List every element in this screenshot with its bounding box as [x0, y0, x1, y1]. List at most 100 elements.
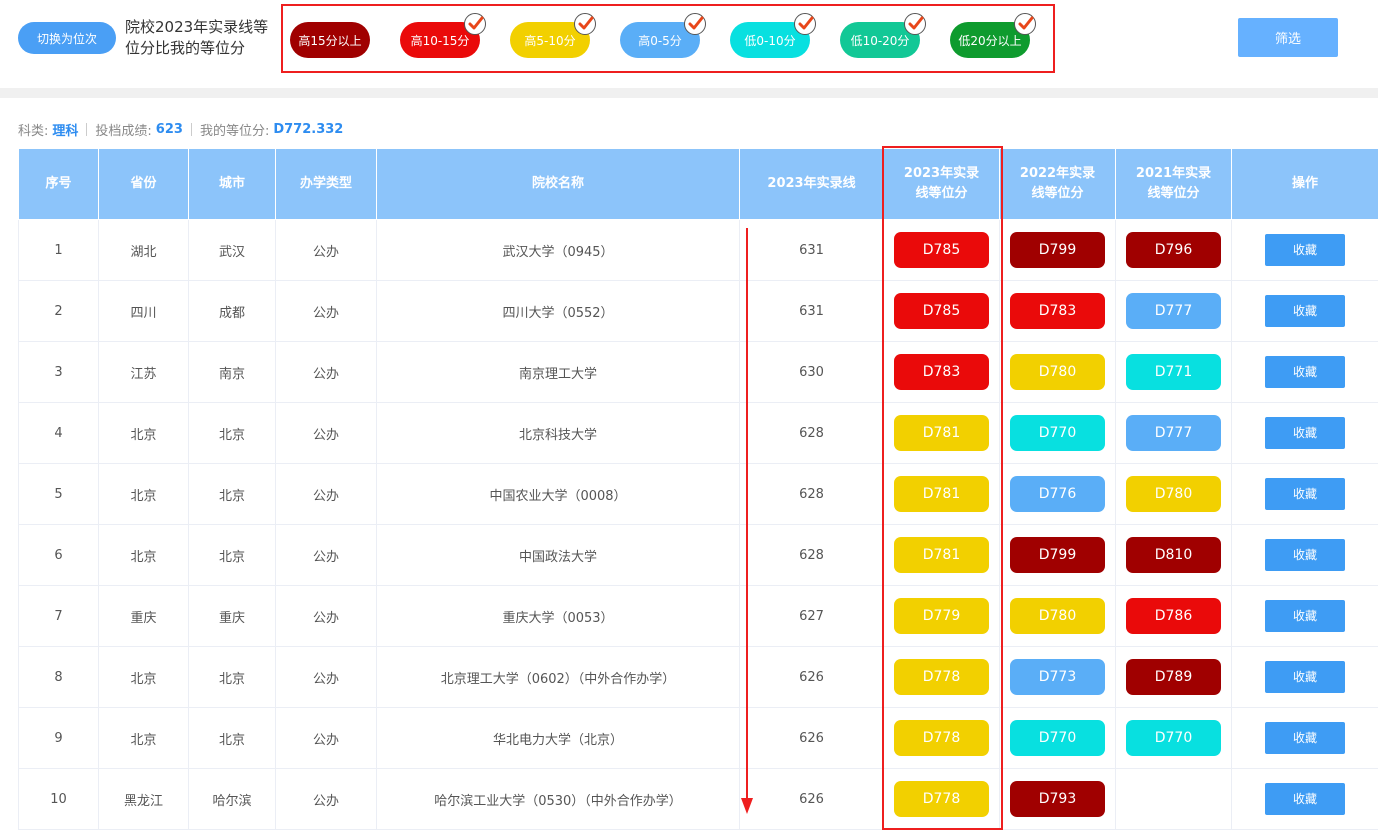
- header-school-type: 办学类型: [275, 148, 377, 220]
- filter-pill-label: 高0-5分: [638, 33, 682, 48]
- cell-2023-equiv: D779: [883, 585, 1000, 647]
- table-row: 3 江苏 南京 公办 南京理工大学 630 D783 D780 D771 收藏: [18, 341, 1378, 403]
- equiv-score-badge: D783: [894, 354, 989, 390]
- favorite-button[interactable]: 收藏: [1265, 539, 1345, 571]
- header-province: 省份: [98, 148, 189, 220]
- score-value: 623: [155, 122, 183, 137]
- cell-2022-equiv: D799: [999, 524, 1116, 586]
- cell-2023-equiv: D785: [883, 219, 1000, 281]
- checkmark-icon: [684, 13, 706, 35]
- filter-pill[interactable]: 高10-15分: [400, 13, 486, 58]
- cell-2022-equiv: D770: [999, 707, 1116, 769]
- equiv-score-badge: D776: [1010, 476, 1105, 512]
- favorite-button[interactable]: 收藏: [1265, 783, 1345, 815]
- cell-province: 北京: [98, 707, 189, 769]
- table-row: 1 湖北 武汉 公办 武汉大学（0945） 631 D785 D799 D796 收藏: [18, 219, 1378, 281]
- cell-city: 北京: [188, 646, 276, 708]
- cell-2022-equiv: D770: [999, 402, 1116, 464]
- favorite-button[interactable]: 收藏: [1265, 600, 1345, 632]
- cell-index: 9: [18, 707, 99, 769]
- header-2021-equiv-text: 2021年实录线等位分: [1135, 166, 1212, 201]
- cell-index: 1: [18, 219, 99, 281]
- cell-city: 南京: [188, 341, 276, 403]
- table-row: 8 北京 北京 公办 北京理工大学（0602）（中外合作办学） 626 D778 D773 D7…: [18, 646, 1378, 708]
- filter-pill[interactable]: 低20分以上: [950, 13, 1036, 58]
- equiv-score-badge: D780: [1126, 476, 1221, 512]
- cell-2023-line: 628: [739, 402, 884, 464]
- equiv-score-badge: D783: [1010, 293, 1105, 329]
- header-2022-equiv: 2022年实录线等位分: [999, 148, 1116, 220]
- favorite-button[interactable]: 收藏: [1265, 661, 1345, 693]
- table-row: 2 四川 成都 公办 四川大学（0552） 631 D785 D783 D777 收藏: [18, 280, 1378, 342]
- cell-school-type: 公办: [275, 524, 377, 586]
- cell-2021-equiv: D771: [1115, 341, 1232, 403]
- cell-action: 收藏: [1231, 219, 1378, 281]
- cell-2023-equiv: D781: [883, 463, 1000, 525]
- cell-province: 四川: [98, 280, 189, 342]
- cell-2022-equiv: D799: [999, 219, 1116, 281]
- filter-pill[interactable]: 高0-5分: [620, 13, 706, 58]
- cell-2021-equiv: D786: [1115, 585, 1232, 647]
- table-header-row: 序号 省份 城市 办学类型 院校名称 2023年实录线 2023年实录线等位分 …: [18, 148, 1378, 220]
- equiv-score-badge: D779: [894, 598, 989, 634]
- filter-pill[interactable]: 低10-20分: [840, 13, 926, 58]
- cell-school-name: 北京理工大学（0602）（中外合作办学）: [376, 646, 740, 708]
- cell-school-type: 公办: [275, 341, 377, 403]
- cell-2021-equiv: D777: [1115, 280, 1232, 342]
- favorite-button[interactable]: 收藏: [1265, 356, 1345, 388]
- table-row: 10 黑龙江 哈尔滨 公办 哈尔滨工业大学（0530）（中外合作办学） 626 D778 D7…: [18, 768, 1378, 830]
- cell-2021-equiv: [1115, 768, 1232, 830]
- cell-2021-equiv: D777: [1115, 402, 1232, 464]
- school-table: 序号 省份 城市 办学类型 院校名称 2023年实录线 2023年实录线等位分 …: [18, 148, 1378, 830]
- switch-to-rank-button[interactable]: 切换为位次: [18, 22, 116, 54]
- filter-pill-label: 低20分以上: [958, 33, 1022, 48]
- favorite-button[interactable]: 收藏: [1265, 295, 1345, 327]
- favorite-button[interactable]: 收藏: [1265, 234, 1345, 266]
- checkmark-icon: [794, 13, 816, 35]
- filter-pill-label: 高15分以上: [298, 33, 362, 48]
- favorite-button[interactable]: 收藏: [1265, 722, 1345, 754]
- equiv-score-badge: D781: [894, 415, 989, 451]
- equiv-score-badge: D796: [1126, 232, 1221, 268]
- equiv-score-badge: D781: [894, 537, 989, 573]
- cell-2023-line: 628: [739, 463, 884, 525]
- cell-school-name: 四川大学（0552）: [376, 280, 740, 342]
- filter-button[interactable]: 筛选: [1238, 18, 1338, 57]
- favorite-button[interactable]: 收藏: [1265, 417, 1345, 449]
- filter-pill[interactable]: 高15分以上: [290, 22, 370, 58]
- cell-index: 7: [18, 585, 99, 647]
- checkmark-icon: [904, 13, 926, 35]
- table-row: 9 北京 北京 公办 华北电力大学（北京） 626 D778 D770 D770 收藏: [18, 707, 1378, 769]
- cell-action: 收藏: [1231, 585, 1378, 647]
- cell-2023-equiv: D778: [883, 768, 1000, 830]
- equiv-score-badge: D781: [894, 476, 989, 512]
- cell-2023-equiv: D781: [883, 402, 1000, 464]
- cell-city: 武汉: [188, 219, 276, 281]
- filter-pill[interactable]: 高5-10分: [510, 13, 596, 58]
- cell-2021-equiv: D789: [1115, 646, 1232, 708]
- rank-value: D772.332: [273, 122, 344, 137]
- checkmark-icon: [1014, 13, 1036, 35]
- cell-2022-equiv: D780: [999, 341, 1116, 403]
- cell-city: 哈尔滨: [188, 768, 276, 830]
- cell-2021-equiv: D810: [1115, 524, 1232, 586]
- subject-value: 理科: [52, 124, 79, 139]
- cell-index: 3: [18, 341, 99, 403]
- cell-action: 收藏: [1231, 524, 1378, 586]
- filter-pill[interactable]: 低0-10分: [730, 13, 816, 58]
- equiv-score-badge: D778: [894, 659, 989, 695]
- equiv-score-badge: D773: [1010, 659, 1105, 695]
- cell-2022-equiv: D783: [999, 280, 1116, 342]
- section-divider: [0, 88, 1378, 98]
- filter-pill-group: 高15分以上 高10-15分 高5-10分 高0-5分 低0-10分 低10-20分 低20…: [281, 4, 1055, 73]
- cell-2023-line: 630: [739, 341, 884, 403]
- cell-school-name: 重庆大学（0053）: [376, 585, 740, 647]
- subject-label: 科类:: [18, 124, 49, 139]
- equiv-score-badge: D778: [894, 781, 989, 817]
- favorite-button[interactable]: 收藏: [1265, 478, 1345, 510]
- header-2023-line: 2023年实录线: [739, 148, 884, 220]
- equiv-score-badge: D789: [1126, 659, 1221, 695]
- cell-action: 收藏: [1231, 280, 1378, 342]
- cell-index: 8: [18, 646, 99, 708]
- header-2021-equiv: 2021年实录线等位分: [1115, 148, 1232, 220]
